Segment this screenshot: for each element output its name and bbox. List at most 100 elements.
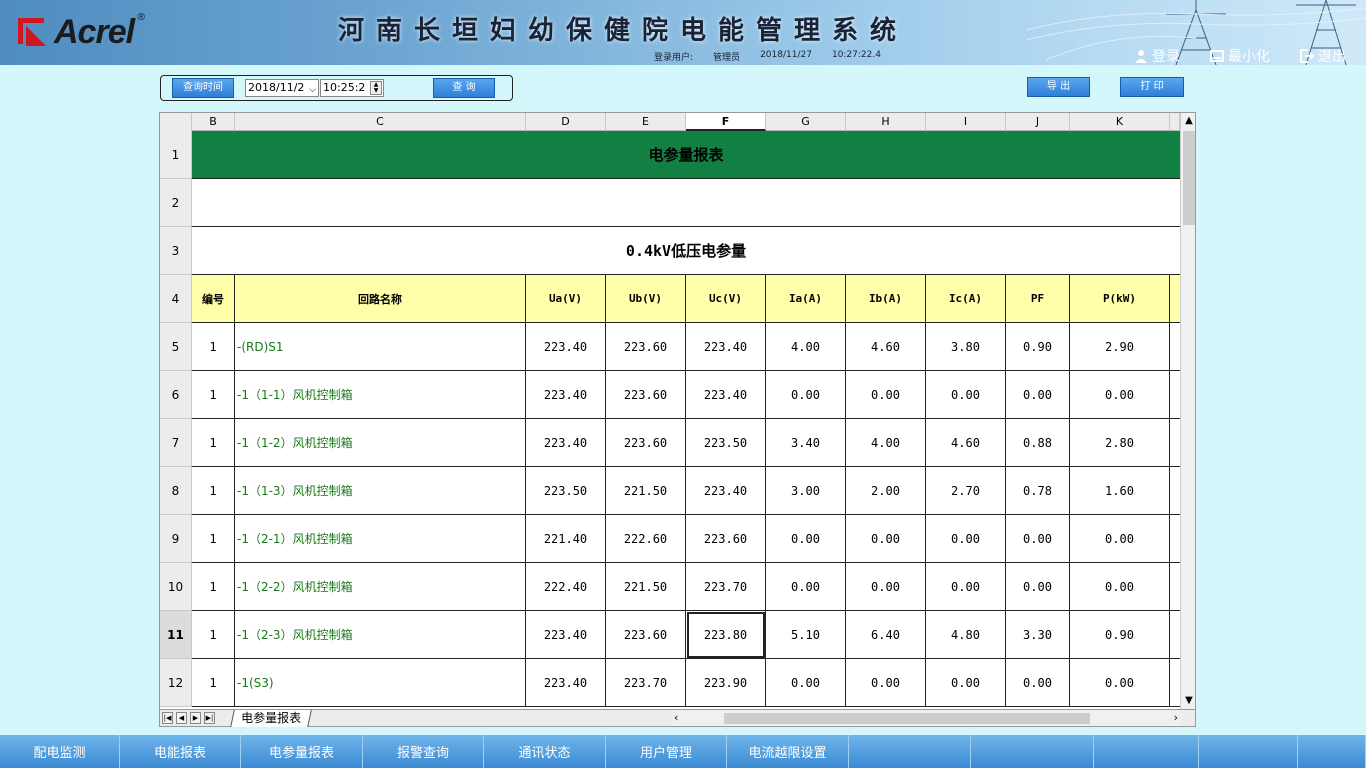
overflow-cell[interactable] <box>1170 611 1180 659</box>
table-cell[interactable]: 1 <box>192 659 235 707</box>
row-header-5[interactable]: 5 <box>160 323 192 371</box>
table-cell[interactable]: 0.00 <box>926 515 1006 563</box>
table-cell[interactable]: 223.50 <box>686 419 766 467</box>
horizontal-scrollbar[interactable]: ‹ › <box>672 711 1180 726</box>
table-cell[interactable]: 222.60 <box>606 515 686 563</box>
table-cell[interactable]: 5.10 <box>766 611 846 659</box>
column-header-h[interactable]: H <box>846 113 926 131</box>
row-header-1[interactable]: 1 <box>160 131 192 179</box>
table-cell[interactable]: 1 <box>192 611 235 659</box>
login-button[interactable]: 登录 <box>1134 46 1180 65</box>
nav-item-5[interactable]: 通讯状态 <box>484 735 606 768</box>
table-cell[interactable]: -1（1-3）风机控制箱 <box>235 467 526 515</box>
table-cell[interactable]: 223.90 <box>686 659 766 707</box>
table-cell[interactable]: 2.80 <box>1070 419 1170 467</box>
time-input[interactable]: 10:25:2 ▲ ▼ <box>320 79 384 97</box>
overflow-cell[interactable] <box>1170 515 1180 563</box>
time-spinner[interactable]: ▲ ▼ <box>370 81 382 95</box>
column-header-i[interactable]: I <box>926 113 1006 131</box>
table-cell[interactable]: 0.00 <box>766 371 846 419</box>
table-cell[interactable]: 1 <box>192 515 235 563</box>
table-cell[interactable]: 1 <box>192 563 235 611</box>
table-cell[interactable]: 0.00 <box>846 371 926 419</box>
header-cell[interactable]: Ic(A) <box>926 275 1006 323</box>
table-cell[interactable]: -1（1-1）风机控制箱 <box>235 371 526 419</box>
report-title-cell[interactable]: 电参量报表 <box>192 131 1180 179</box>
table-cell[interactable]: 0.00 <box>1006 371 1070 419</box>
table-cell[interactable]: 223.60 <box>606 419 686 467</box>
table-cell[interactable]: 1.60 <box>1070 467 1170 515</box>
chevron-down-icon[interactable]: ⌵ <box>309 82 316 98</box>
table-cell[interactable]: -1（2-3）风机控制箱 <box>235 611 526 659</box>
nav-item-10[interactable] <box>1094 735 1199 768</box>
row-header-12[interactable]: 12 <box>160 659 192 707</box>
spreadsheet[interactable]: BCDEFGHIJK 1 2 3 4 5 6 7 8 9 10 11 12 电参量报表 0.4kV低压… <box>159 112 1196 710</box>
table-cell[interactable]: 221.50 <box>606 563 686 611</box>
nav-item-9[interactable] <box>971 735 1094 768</box>
table-cell[interactable]: 6.40 <box>846 611 926 659</box>
header-cell[interactable]: PF <box>1006 275 1070 323</box>
table-cell[interactable]: 4.80 <box>926 611 1006 659</box>
table-cell[interactable]: 0.00 <box>1070 563 1170 611</box>
row-header-2[interactable]: 2 <box>160 179 192 227</box>
table-cell[interactable]: 0.90 <box>1006 323 1070 371</box>
table-cell[interactable]: 3.00 <box>766 467 846 515</box>
select-all-corner[interactable] <box>160 113 192 131</box>
header-cell[interactable]: Ia(A) <box>766 275 846 323</box>
nav-item-11[interactable] <box>1199 735 1298 768</box>
table-cell[interactable]: 4.00 <box>766 323 846 371</box>
table-cell[interactable]: 3.40 <box>766 419 846 467</box>
table-cell[interactable]: 0.00 <box>1070 371 1170 419</box>
header-cell[interactable]: P(kW) <box>1070 275 1170 323</box>
table-cell[interactable]: 223.60 <box>606 371 686 419</box>
row-header-11[interactable]: 11 <box>160 611 192 659</box>
table-cell[interactable]: 4.00 <box>846 419 926 467</box>
nav-item-7[interactable]: 电流越限设置 <box>727 735 849 768</box>
table-cell[interactable]: 1 <box>192 323 235 371</box>
header-cell[interactable]: 编号 <box>192 275 235 323</box>
header-cell[interactable]: Ub(V) <box>606 275 686 323</box>
table-cell[interactable]: 223.80 <box>686 611 766 659</box>
table-cell[interactable]: 0.00 <box>1006 659 1070 707</box>
table-cell[interactable]: 2.90 <box>1070 323 1170 371</box>
nav-item-1[interactable]: 配电监测 <box>0 735 120 768</box>
last-sheet-icon[interactable]: ▶| <box>204 712 215 724</box>
overflow-cell[interactable] <box>1170 467 1180 515</box>
table-cell[interactable]: 223.40 <box>526 371 606 419</box>
header-cell[interactable]: Uc(V) <box>686 275 766 323</box>
header-cell[interactable]: Ib(A) <box>846 275 926 323</box>
vertical-scroll-thumb[interactable] <box>1183 131 1195 225</box>
row-header-3[interactable]: 3 <box>160 227 192 275</box>
table-cell[interactable]: 0.00 <box>766 515 846 563</box>
table-cell[interactable]: 1 <box>192 419 235 467</box>
table-cell[interactable]: 223.60 <box>606 611 686 659</box>
table-cell[interactable]: 1 <box>192 467 235 515</box>
overflow-cell[interactable] <box>1170 659 1180 707</box>
table-cell[interactable]: 223.70 <box>686 563 766 611</box>
query-button[interactable]: 查 询 <box>433 78 495 98</box>
table-cell[interactable]: -(RD)S1 <box>235 323 526 371</box>
column-header-d[interactable]: D <box>526 113 606 131</box>
table-cell[interactable]: 0.90 <box>1070 611 1170 659</box>
date-picker[interactable]: 2018/11/2 ⌵ <box>245 79 319 97</box>
column-header-e[interactable]: E <box>606 113 686 131</box>
prev-sheet-icon[interactable]: ◀ <box>176 712 187 724</box>
horizontal-scroll-thumb[interactable] <box>724 713 1090 724</box>
table-cell[interactable]: 0.00 <box>926 563 1006 611</box>
logout-button[interactable]: 退出 <box>1300 46 1346 65</box>
nav-item-3[interactable]: 电参量报表 <box>241 735 363 768</box>
table-cell[interactable]: 0.00 <box>846 659 926 707</box>
table-cell[interactable]: -1（1-2）风机控制箱 <box>235 419 526 467</box>
row-header-6[interactable]: 6 <box>160 371 192 419</box>
table-cell[interactable]: 223.60 <box>606 323 686 371</box>
table-cell[interactable]: 0.00 <box>1070 515 1170 563</box>
column-header-f[interactable]: F <box>686 113 766 131</box>
header-cell[interactable]: Ua(V) <box>526 275 606 323</box>
table-cell[interactable]: 223.70 <box>606 659 686 707</box>
table-cell[interactable]: 3.80 <box>926 323 1006 371</box>
table-cell[interactable]: 2.00 <box>846 467 926 515</box>
table-cell[interactable]: -1(S3) <box>235 659 526 707</box>
column-header-b[interactable]: B <box>192 113 235 131</box>
row-header-7[interactable]: 7 <box>160 419 192 467</box>
table-cell[interactable]: 1 <box>192 371 235 419</box>
